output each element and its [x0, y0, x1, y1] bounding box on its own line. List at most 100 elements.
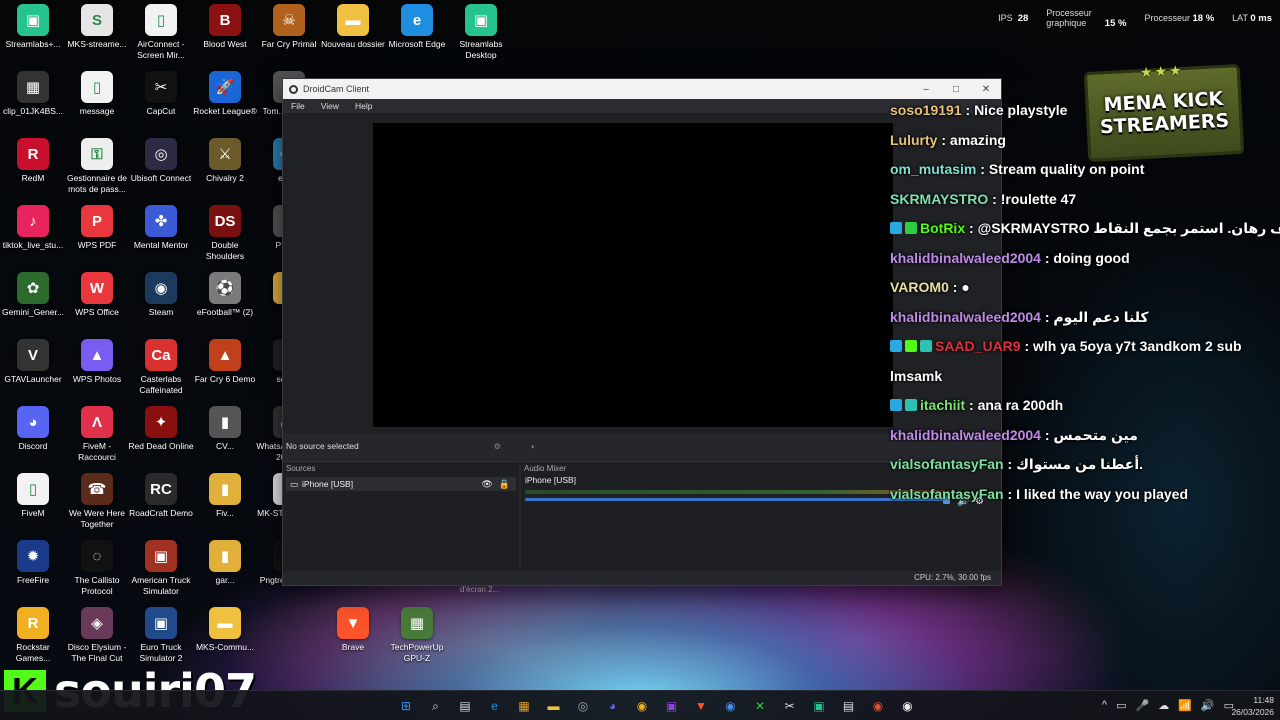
filters-icon[interactable]: ◐ — [531, 442, 536, 451]
desktop-icon[interactable]: ▦ TechPowerUp GPU-Z — [384, 607, 450, 664]
browser-icon[interactable]: ◉ — [866, 695, 890, 717]
desktop-icon[interactable]: e Microsoft Edge — [384, 4, 450, 50]
desktop-icon[interactable]: P WPS PDF — [64, 205, 130, 251]
chat-text: doing good — [1053, 249, 1130, 266]
desktop-icon[interactable]: ▬ MKS-Commu... — [192, 607, 258, 653]
menu-view[interactable]: View — [321, 101, 339, 111]
desktop-icon[interactable]: V GTAVLauncher — [0, 339, 66, 385]
chat-text: أعطنا من مستواك. — [1016, 456, 1144, 472]
properties-gear-icon[interactable]: ⚙ — [494, 442, 501, 451]
obs-icon[interactable]: ◎ — [571, 695, 595, 717]
spreadsheet-file-icon: S — [81, 4, 113, 36]
desktop-icon[interactable]: ◎ Ubisoft Connect — [128, 138, 194, 184]
store-icon[interactable]: ▦ — [512, 695, 536, 717]
search-icon[interactable]: ⌕ — [424, 695, 448, 717]
chat-message: vialsofantasyFan : I liked the way you p… — [890, 485, 1189, 502]
chat-message: Lulurty : amazing — [890, 131, 1006, 148]
desktop-icon[interactable]: ◌ The Callisto Protocol — [64, 540, 130, 597]
desktop-icon[interactable]: ▬ Nouveau dossier — [320, 4, 386, 50]
camera-preview[interactable] — [373, 123, 893, 427]
desktop-icon[interactable]: ✂ CapCut — [128, 71, 194, 117]
desktop-icon[interactable]: R RedM — [0, 138, 66, 184]
chat-username: VAROM0 — [890, 279, 949, 295]
desktop-icon[interactable]: ⚽ eFootball™ (2) — [192, 272, 258, 318]
lock-icon[interactable]: 🔒 — [499, 479, 510, 490]
desktop-icon[interactable]: ▼ Brave — [320, 607, 386, 653]
desktop-icon[interactable]: ✿ Gemini_Gener... — [0, 272, 66, 318]
desktop-icon[interactable]: ◕ Discord — [0, 406, 66, 452]
source-item[interactable]: ▭ iPhone [USB] 👁 🔒 — [286, 477, 516, 491]
app-icon[interactable]: ▤ — [837, 695, 861, 717]
desktop-icon[interactable]: RC RoadCraft Demo — [128, 473, 194, 519]
desktop-icon[interactable]: Ca Casterlabs Caffeinated — [128, 339, 194, 396]
brave-icon[interactable]: ▼ — [689, 695, 713, 717]
desktop-icon[interactable]: ▣ Streamlabs Desktop — [448, 4, 514, 61]
desktop-icon[interactable]: Λ FiveM - Raccourci — [64, 406, 130, 463]
desktop-icon[interactable]: ♪ tiktok_live_stu... — [0, 205, 66, 251]
clock[interactable]: 11:48 26/03/2026 — [1231, 694, 1274, 718]
desktop-icon[interactable]: ▣ Streamlabs+... — [0, 4, 66, 50]
desktop-icon[interactable]: R Rockstar Games... — [0, 607, 66, 664]
desktop-icon[interactable]: ⚿ Gestionnaire de mots de pass... — [64, 138, 130, 195]
desktop-icon[interactable]: ▮ Fiv... — [192, 473, 258, 519]
desktop-icon[interactable]: B Blood West — [192, 4, 258, 50]
double-shoulders-icon: DS — [209, 205, 241, 237]
desktop-icon[interactable]: ✦ Red Dead Online — [128, 406, 194, 452]
menu-help[interactable]: Help — [355, 101, 372, 111]
desktop-icon[interactable]: 🚀 Rocket League® — [192, 71, 258, 117]
desktop-icon[interactable]: ▣ American Truck Simulator — [128, 540, 194, 597]
desktop-icon[interactable]: ▯ AirConnect - Screen Mir... — [128, 4, 194, 61]
menu-file[interactable]: File — [291, 101, 305, 111]
desktop-icon[interactable]: ▯ FiveM — [0, 473, 66, 519]
maximize-icon[interactable]: □ — [941, 84, 971, 95]
minimize-icon[interactable]: – — [911, 84, 941, 95]
xbox-icon[interactable]: ✕ — [748, 695, 772, 717]
show-hidden-icons-icon[interactable]: ^ — [1102, 699, 1107, 712]
start-icon[interactable]: ⊞ — [394, 695, 418, 717]
steam-icon[interactable]: ◉ — [719, 695, 743, 717]
droidcam-icon[interactable]: ◉ — [896, 695, 920, 717]
desktop-icon[interactable]: ◉ Steam — [128, 272, 194, 318]
close-icon[interactable]: ✕ — [971, 84, 1001, 95]
streamlabs-icon[interactable]: ▣ — [807, 695, 831, 717]
wifi-icon[interactable]: 📶 — [1178, 699, 1192, 712]
capcut-icon[interactable]: ✂ — [778, 695, 802, 717]
desktop-icon[interactable]: ▮ gar... — [192, 540, 258, 586]
ubisoft-connect-icon: ◎ — [145, 138, 177, 170]
edge-icon[interactable]: e — [483, 695, 507, 717]
rocket-league-icon: 🚀 — [209, 71, 241, 103]
chrome-icon[interactable]: ◉ — [630, 695, 654, 717]
file-explorer-icon[interactable]: ▬ — [542, 695, 566, 717]
efootball-icon: ⚽ — [209, 272, 241, 304]
task-view-icon[interactable]: ▤ — [453, 695, 477, 717]
taskbar-apps: ⊞ ⌕ ▤ e ▦ ▬ ◎ ◕ ◉ ▣ ▼ ◉ ✕ ✂ ▣ ▤ ◉ ◉ — [394, 695, 920, 717]
visibility-eye-icon[interactable]: 👁 — [481, 479, 492, 490]
volume-icon[interactable]: 🔊 — [1201, 699, 1215, 712]
discord-icon[interactable]: ◕ — [601, 695, 625, 717]
chat-message: BotRix : @SKRMAYSTRO للأسف رهان. استمر ب… — [890, 214, 1280, 244]
volume-slider[interactable] — [525, 498, 945, 501]
desktop-icon[interactable]: ⚔ Chivalry 2 — [192, 138, 258, 184]
folder-icon: ▬ — [337, 4, 369, 36]
desktop-icon[interactable]: ▮ CV... — [192, 406, 258, 452]
twitch-icon[interactable]: ▣ — [660, 695, 684, 717]
desktop-icon[interactable]: ☎ We Were Here Together — [64, 473, 130, 530]
cloud-icon[interactable]: ☁ — [1158, 699, 1169, 712]
display-icon[interactable]: ▭ — [1116, 699, 1126, 712]
ghost-file-label: d'écran 2... — [460, 585, 500, 594]
desktop-icon[interactable]: DS Double Shoulders — [192, 205, 258, 262]
desktop-icon[interactable]: ✹ FreeFire — [0, 540, 66, 586]
microphone-icon[interactable]: 🎤 — [1135, 699, 1149, 712]
desktop-icon[interactable]: ◈ Disco Elysium - The Final Cut — [64, 607, 130, 664]
desktop-icon[interactable]: ▲ WPS Photos — [64, 339, 130, 385]
desktop-icon[interactable]: ▦ clip_01JK4BS... — [0, 71, 66, 117]
desktop-icon[interactable]: ✤ Mental Mentor — [128, 205, 194, 251]
desktop-icon[interactable]: ▣ Euro Truck Simulator 2 — [128, 607, 194, 664]
wps-office-icon: W — [81, 272, 113, 304]
desktop-icon[interactable]: W WPS Office — [64, 272, 130, 318]
desktop-icon[interactable]: ▲ Far Cry 6 Demo — [192, 339, 258, 385]
desktop-icon[interactable]: S MKS-streame... — [64, 4, 130, 50]
desktop-icon[interactable]: ☠ Far Cry Primal — [256, 4, 322, 50]
chat-text: @SKRMAYSTRO للأسف رهان. استمر بجمع النقا… — [977, 220, 1280, 236]
desktop-icon[interactable]: ▯ message — [64, 71, 130, 117]
